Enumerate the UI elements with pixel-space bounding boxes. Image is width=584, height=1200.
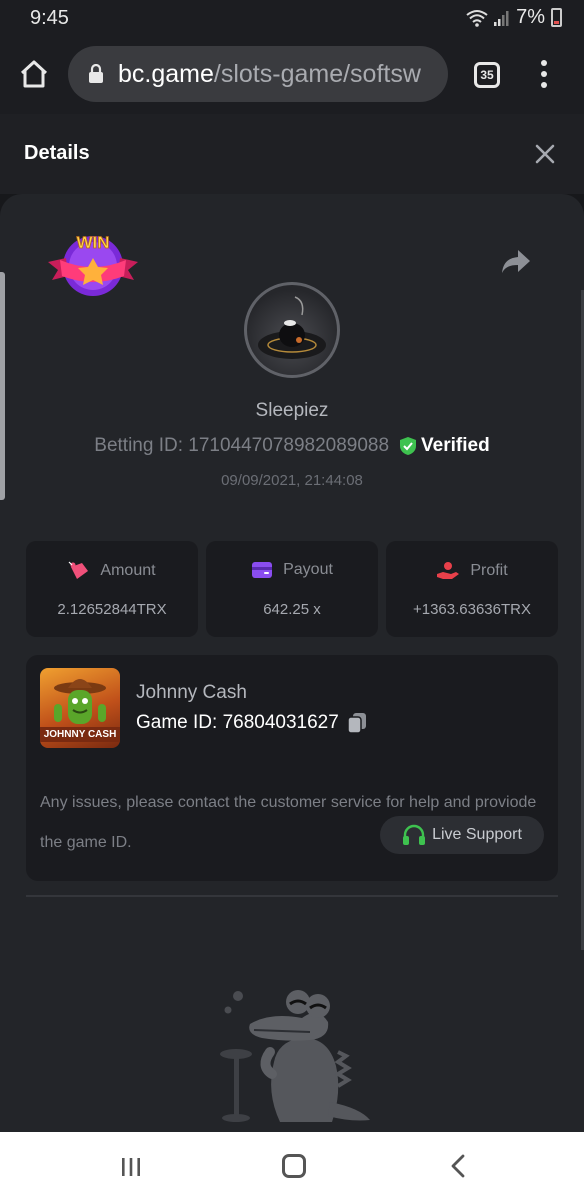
stat-label: Profit <box>470 562 508 579</box>
signal-icon <box>494 10 509 26</box>
address-bar[interactable]: bc.game/slots-game/softsw <box>68 46 448 102</box>
stat-payout: Payout 642.25 x <box>206 541 378 637</box>
win-badge-icon: WIN <box>48 233 138 296</box>
lock-icon <box>89 64 103 83</box>
tab-switcher-button[interactable]: 35 <box>474 62 500 88</box>
avatar-image <box>258 296 326 359</box>
stat-profit: Profit +1363.63636TRX <box>386 541 558 637</box>
divider <box>26 895 558 897</box>
stat-amount: Amount 2.12652844TRX <box>26 541 198 637</box>
wallet-icon <box>252 562 273 578</box>
headset-icon <box>403 824 426 845</box>
home-nav-icon[interactable] <box>282 1154 306 1178</box>
recent-apps-icon[interactable] <box>120 1156 142 1178</box>
live-support-button[interactable]: Live Support <box>380 816 544 854</box>
bet-timestamp: 09/09/2021, 21:44:08 <box>221 472 363 489</box>
url-path: /slots-game/softsw <box>213 59 421 88</box>
battery-percent: 7% <box>516 6 545 28</box>
stat-label: Amount <box>100 562 156 579</box>
live-support-label: Live Support <box>432 826 522 843</box>
url-text: bc.game/slots-game/softsw <box>118 60 421 89</box>
betting-id: Betting ID: 1710447078982089088 <box>94 435 390 456</box>
url-domain: bc.game <box>118 59 214 88</box>
stat-value: +1363.63636TRX <box>412 601 531 618</box>
side-scroll-handle[interactable] <box>0 272 5 500</box>
profit-hand-icon <box>437 562 460 579</box>
win-badge-text: WIN <box>76 233 109 252</box>
browser-toolbar: bc.game/slots-game/softsw 35 <box>0 36 584 114</box>
game-name: Johnny Cash <box>136 682 247 703</box>
details-header: Details <box>0 114 584 194</box>
game-panel: JOHNNY CASH Johnny Cash Game ID: 7680403… <box>26 655 558 881</box>
home-icon[interactable] <box>18 58 50 90</box>
copy-icon[interactable] <box>347 712 367 734</box>
game-id: Game ID: 76804031627 <box>136 712 339 733</box>
browser-menu-icon[interactable] <box>536 60 552 90</box>
status-bar: 9:45 7% <box>0 0 584 36</box>
username: Sleepiez <box>255 400 329 421</box>
amount-icon <box>68 561 89 579</box>
verified-badge: Verified <box>399 435 490 457</box>
status-icons: 7% <box>466 6 562 29</box>
status-time: 9:45 <box>30 7 69 29</box>
wifi-icon <box>466 9 488 27</box>
share-icon[interactable] <box>500 248 532 276</box>
stat-value: 2.12652844TRX <box>57 601 167 618</box>
back-icon[interactable] <box>448 1154 468 1178</box>
shield-check-icon <box>400 437 417 455</box>
game-id-row: Game ID: 76804031627 <box>136 712 367 734</box>
game-thumbnail[interactable]: JOHNNY CASH <box>40 668 120 748</box>
page-title: Details <box>24 142 90 164</box>
game-thumbnail-caption: JOHNNY CASH <box>40 727 120 742</box>
battery-icon <box>551 8 562 27</box>
verified-label: Verified <box>421 435 490 456</box>
avatar <box>244 282 340 378</box>
close-icon[interactable] <box>534 143 556 165</box>
stat-value: 642.25 x <box>263 601 321 618</box>
stat-label: Payout <box>283 561 333 578</box>
crocodile-mascot-illustration <box>220 990 370 1122</box>
system-nav-bar <box>0 1132 584 1200</box>
betting-id-row: Betting ID: 1710447078982089088 Verified <box>0 435 584 457</box>
